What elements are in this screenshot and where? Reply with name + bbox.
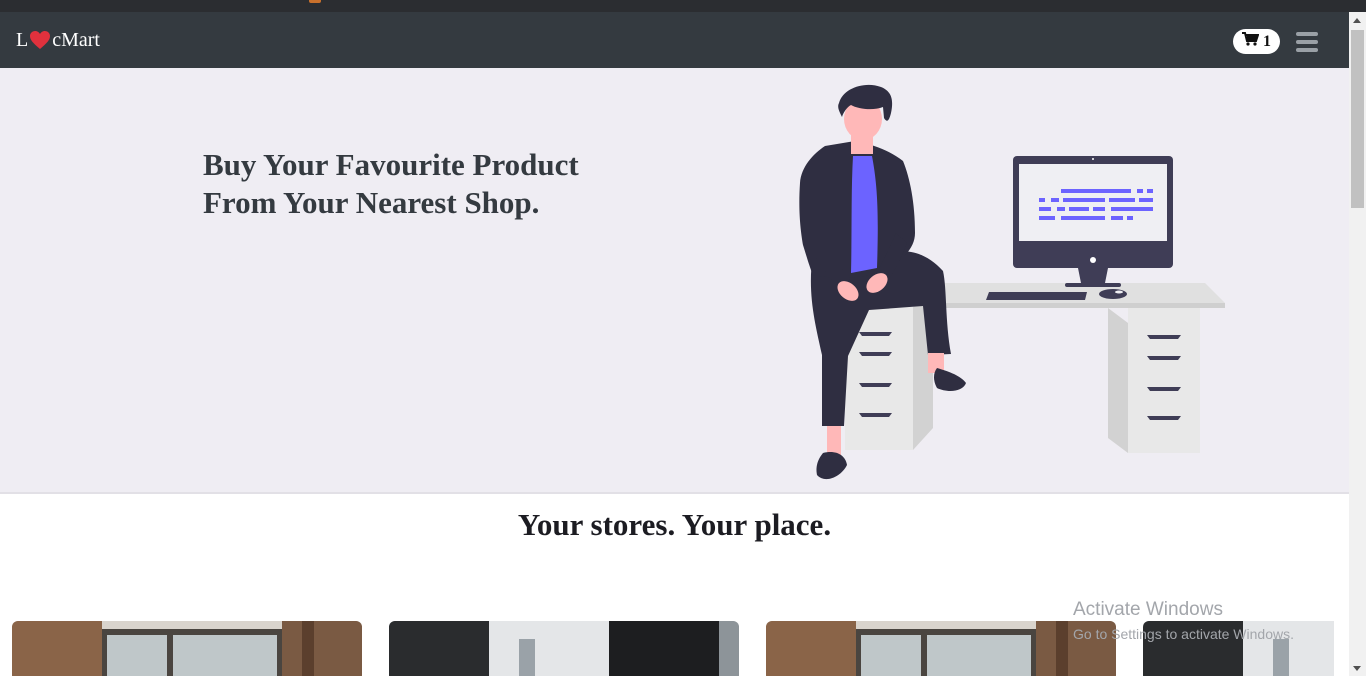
scrollbar-thumb[interactable] — [1351, 30, 1364, 208]
brand-prefix: L — [16, 29, 29, 51]
cart-button[interactable]: 1 — [1233, 29, 1280, 54]
hero-section: Buy Your Favourite Product From Your Nea… — [0, 68, 1349, 494]
section-title: Your stores. Your place. — [517, 507, 832, 542]
windows-activation-watermark: Activate Windows Go to Settings to activ… — [1073, 598, 1294, 644]
store-card[interactable] — [766, 621, 1116, 676]
store-card[interactable] — [389, 621, 739, 676]
brand-logo[interactable]: L cMart — [16, 29, 100, 51]
cart-icon — [1242, 32, 1260, 51]
hero-title-line1: Buy Your Favourite Product — [203, 147, 579, 182]
hero-title: Buy Your Favourite Product From Your Nea… — [203, 146, 663, 222]
heart-icon — [29, 30, 51, 50]
watermark-line2: Go to Settings to activate Windows. — [1073, 626, 1294, 642]
store-image — [389, 621, 739, 676]
tab-indicator — [309, 0, 321, 3]
hero-illustration — [799, 84, 1225, 480]
store-image — [766, 621, 1116, 676]
scroll-down-icon[interactable] — [1353, 666, 1361, 671]
scroll-up-icon[interactable] — [1353, 18, 1361, 23]
brand-suffix: cMart — [52, 29, 100, 51]
vertical-scrollbar[interactable] — [1349, 12, 1366, 676]
navbar: L cMart 1 — [0, 12, 1349, 68]
menu-icon[interactable] — [1296, 32, 1318, 52]
store-image — [12, 621, 362, 676]
store-card[interactable] — [12, 621, 362, 676]
hero-title-line2: From Your Nearest Shop. — [203, 185, 540, 220]
cart-count: 1 — [1263, 32, 1271, 50]
watermark-line1: Activate Windows — [1073, 599, 1223, 620]
